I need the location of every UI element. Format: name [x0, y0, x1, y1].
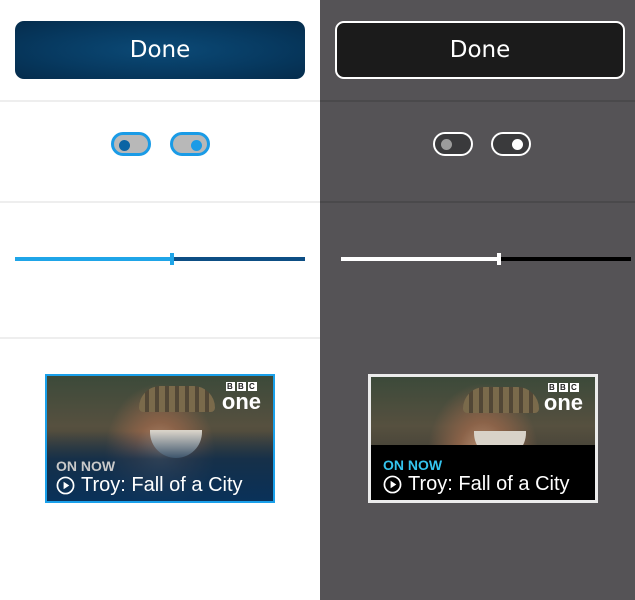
bbc-one-logo: BBC one	[221, 382, 261, 414]
divider	[0, 100, 320, 102]
toggle-knob	[119, 140, 130, 151]
channel-name: one	[221, 389, 261, 414]
slider-track-filled	[15, 257, 172, 261]
bbc-one-logo: BBC one	[543, 383, 583, 415]
programme-title-row: Troy: Fall of a City	[383, 473, 570, 496]
toggle-on[interactable]	[170, 132, 210, 156]
toggle-knob	[512, 139, 523, 150]
divider	[0, 201, 320, 203]
light-theme-panel: Done BBC one ON NOW Troy: Fall of a City	[0, 0, 320, 600]
programme-card[interactable]: BBC one ON NOW Troy: Fall of a City	[368, 374, 598, 503]
programme-title-row: Troy: Fall of a City	[56, 474, 243, 497]
done-button-label: Done	[129, 37, 191, 63]
divider	[320, 100, 635, 102]
programme-card[interactable]: BBC one ON NOW Troy: Fall of a City	[45, 374, 275, 503]
artwork-detail	[139, 386, 215, 412]
divider	[0, 337, 320, 339]
dark-theme-panel: Done BBC one ON NOW Troy: Fall of a City	[320, 0, 635, 600]
on-now-badge: ON NOW	[383, 457, 443, 473]
toggle-knob	[441, 139, 452, 150]
play-icon	[383, 475, 402, 494]
toggle-off[interactable]	[433, 132, 473, 156]
slider-track-remaining	[172, 257, 305, 261]
play-icon	[56, 476, 75, 495]
toggle-off[interactable]	[111, 132, 151, 156]
done-button[interactable]: Done	[335, 21, 625, 79]
programme-title: Troy: Fall of a City	[408, 473, 570, 495]
done-button-label: Done	[449, 37, 511, 63]
artwork-detail	[463, 387, 539, 413]
done-button[interactable]: Done	[15, 21, 305, 79]
slider[interactable]	[341, 250, 631, 268]
toggle-on[interactable]	[491, 132, 531, 156]
programme-title: Troy: Fall of a City	[81, 474, 243, 496]
slider-track-filled	[341, 257, 499, 261]
divider	[320, 201, 635, 203]
slider[interactable]	[15, 250, 305, 268]
slider-thumb[interactable]	[497, 253, 501, 265]
channel-name: one	[543, 390, 583, 415]
on-now-badge: ON NOW	[56, 458, 116, 474]
slider-thumb[interactable]	[170, 253, 174, 265]
toggle-knob	[191, 140, 202, 151]
slider-track-remaining	[499, 257, 631, 261]
